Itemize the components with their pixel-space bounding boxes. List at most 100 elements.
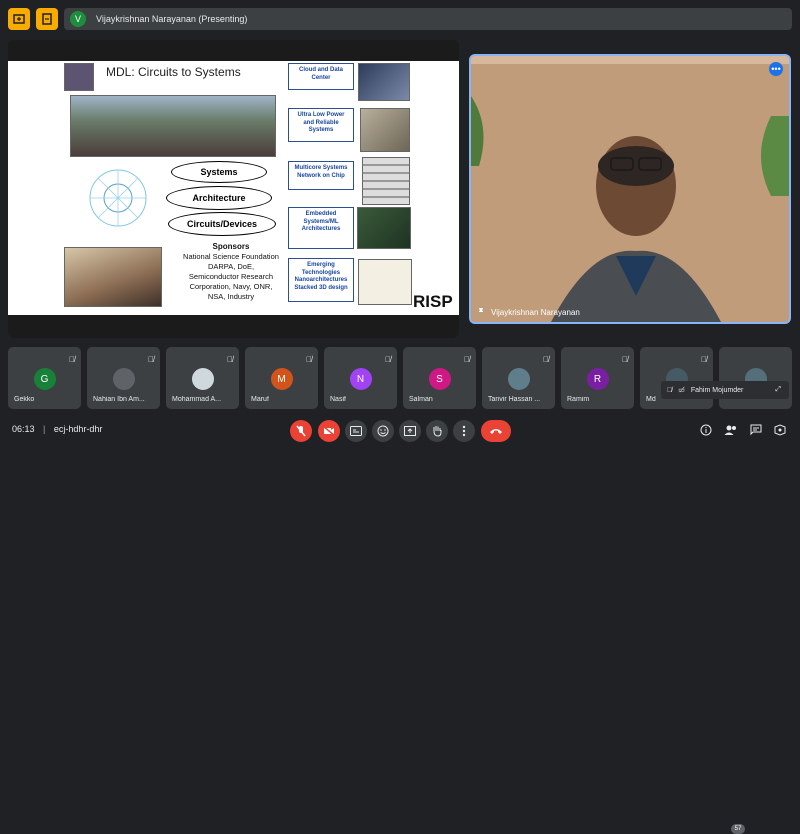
datacenter-image — [358, 63, 410, 101]
top-bar: V Vijaykrishnan Narayanan (Presenting) — [0, 0, 800, 38]
sponsor-line: NSA, Industry — [207, 292, 255, 301]
bottom-bar: 06:13 | ecj-hdhr-dhr 57 — [0, 412, 800, 834]
presenter-avatar: V — [70, 11, 86, 27]
team-photo-image — [70, 95, 276, 157]
meeting-info: 06:13 | ecj-hdhr-dhr — [12, 424, 102, 434]
meeting-code: ecj-hdhr-dhr — [53, 424, 103, 434]
participant-tile[interactable]: 🎙̸ Md — [640, 347, 713, 409]
separator: | — [43, 424, 46, 434]
mic-off-icon: 🎙̸ — [667, 386, 673, 394]
camera-off-icon — [323, 426, 335, 436]
multicore-grid-image — [362, 157, 410, 205]
present-now-button[interactable] — [399, 420, 421, 442]
avatar: G — [33, 368, 56, 390]
participant-tile[interactable]: 🎙̸ Mohammad A... — [166, 347, 239, 409]
oval-circuits-devices: Circuits/Devices — [168, 212, 276, 236]
avatar: M — [270, 368, 293, 390]
risp-logo: RISP — [413, 292, 453, 311]
mic-off-icon: 🎙̸ — [622, 355, 628, 364]
mic-off-icon: 🎙̸ — [543, 355, 549, 364]
box-ultra-low-power: Ultra Low Power and Reliable Systems — [288, 108, 354, 142]
clock: 06:13 — [12, 424, 35, 434]
slide-title: MDL: Circuits to Systems — [106, 65, 241, 79]
video-off-icon: ▭̸ — [678, 387, 685, 394]
participant-name: Fahim Mojumder — [690, 386, 744, 394]
speaker-video-tile[interactable]: ••• Vijaykrishnan Narayanan — [469, 54, 791, 324]
box-embedded: Embedded Systems/ML Architectures — [288, 207, 354, 249]
avatar: S — [428, 368, 451, 390]
emoji-icon — [377, 425, 389, 437]
avatar: R — [586, 368, 609, 390]
participant-name: Mohammad A... — [172, 396, 222, 403]
box-multicore: Multicore Systems Network on Chip — [288, 161, 354, 190]
sponsor-line: National Science Foundation — [183, 252, 279, 261]
camera-toggle-button[interactable] — [318, 420, 340, 442]
mic-off-icon — [296, 425, 306, 437]
lab-photo-image — [64, 247, 162, 307]
lab-logo-image — [64, 63, 94, 91]
participant-name: Salman — [409, 396, 433, 403]
avatar — [191, 368, 214, 390]
mic-off-icon: 🎙̸ — [69, 355, 75, 364]
slide-content: MDL: Circuits to Systems Systems Archite… — [8, 61, 459, 315]
mic-off-icon: 🎙̸ — [227, 355, 233, 364]
sponsors-block: Sponsors National Science Foundation DAR… — [166, 242, 296, 302]
presenting-label: Vijaykrishnan Narayanan (Presenting) — [96, 14, 248, 24]
more-options-icon[interactable]: ••• — [769, 62, 783, 76]
avatar — [112, 368, 135, 390]
participant-name: Nahian Ibn Am... — [93, 396, 145, 403]
more-options-button[interactable] — [453, 420, 475, 442]
sponsors-heading: Sponsors — [212, 242, 250, 251]
raise-hand-button[interactable] — [426, 420, 448, 442]
sponsor-line: Semiconductor Research — [188, 272, 274, 281]
participant-tile[interactable]: 🎙̸ S Salman — [403, 347, 476, 409]
mic-toggle-button[interactable] — [290, 420, 312, 442]
participant-tile[interactable]: 🎙̸ G Gekko — [8, 347, 81, 409]
activities-icon[interactable] — [772, 422, 788, 438]
shared-screen[interactable]: MDL: Circuits to Systems Systems Archite… — [8, 40, 459, 338]
mic-off-icon: 🎙̸ — [701, 355, 707, 364]
captions-icon — [350, 426, 362, 436]
participant-tile[interactable] — [719, 347, 792, 409]
participant-name: Nasif — [330, 396, 346, 403]
participant-name: Tanvir Hassan ... — [488, 396, 541, 403]
avatar: N — [349, 368, 372, 390]
participant-overlay[interactable]: 🎙̸ ▭̸ Fahim Mojumder ⤢ — [661, 381, 789, 399]
participant-name: Maruf — [251, 396, 269, 403]
mic-off-icon: 🎙̸ — [464, 355, 470, 364]
network-graph-image — [89, 169, 147, 227]
participant-tile[interactable]: 🎙̸ M Maruf — [245, 347, 318, 409]
mic-off-icon: 🎙̸ — [148, 355, 154, 364]
participant-name: Ramim — [567, 396, 590, 403]
reactions-button[interactable] — [372, 420, 394, 442]
speaker-name: Vijaykrishnan Narayanan — [491, 307, 580, 317]
pin-icon[interactable] — [477, 307, 485, 317]
presenting-banner[interactable]: V Vijaykrishnan Narayanan (Presenting) — [64, 8, 792, 30]
participant-name: Gekko — [14, 396, 35, 403]
participant-tile[interactable]: 🎙̸ N Nasif — [324, 347, 397, 409]
participant-tile[interactable]: 🎙̸ R Ramim — [561, 347, 634, 409]
participant-tile[interactable]: 🎙̸ Tanvir Hassan ... — [482, 347, 555, 409]
box-cloud-datacenter: Cloud and Data Center — [288, 63, 354, 90]
captions-button[interactable] — [345, 420, 367, 442]
sponsor-line: Corporation, Navy, ONR, — [189, 282, 273, 291]
participant-strip: 🎙̸ G Gekko 🎙̸ Nahian Ibn Am... 🎙̸ Mohamm… — [8, 347, 792, 409]
oval-systems: Systems — [171, 161, 267, 183]
end-call-icon — [490, 429, 502, 434]
participant-tile[interactable]: 🎙̸ Nahian Ibn Am... — [87, 347, 160, 409]
expand-icon[interactable]: ⤢ — [775, 386, 781, 394]
board-image — [357, 207, 411, 249]
mic-off-icon: 🎙̸ — [385, 355, 391, 364]
meeting-details-icon[interactable] — [698, 422, 714, 438]
more-vert-icon — [462, 425, 466, 437]
present-icon[interactable] — [8, 8, 30, 30]
present-screen-icon — [404, 426, 416, 436]
people-icon[interactable] — [723, 422, 739, 438]
pin-presentation-icon[interactable] — [36, 8, 58, 30]
leave-call-button[interactable] — [481, 420, 511, 442]
sponsor-line: DARPA, DoE, — [207, 262, 255, 271]
oval-architecture: Architecture — [166, 186, 272, 210]
device-image — [360, 108, 410, 152]
chat-icon[interactable] — [748, 422, 764, 438]
box-emerging: Emerging Technologies Nanoarchitectures … — [288, 258, 354, 302]
